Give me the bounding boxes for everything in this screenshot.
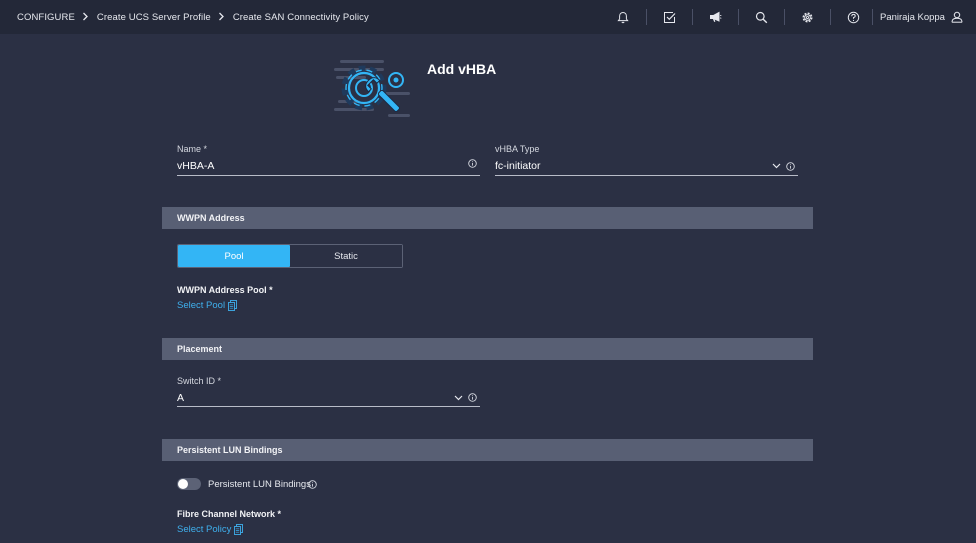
user-menu[interactable]: Paniraja Koppa [872, 0, 963, 34]
wwpn-mode-toggle: Pool Static [177, 244, 403, 268]
fc-network-label: Fibre Channel Network * [177, 509, 282, 519]
persistent-lun-label: Persistent LUN Bindings [208, 479, 311, 490]
document-list-icon [234, 524, 244, 535]
name-label: Name * [177, 144, 208, 154]
select-pool-link[interactable]: Select Pool [177, 300, 238, 311]
select-pool-text: Select Pool [177, 300, 226, 311]
chevron-down-icon[interactable] [772, 163, 781, 169]
breadcrumb-server-profile[interactable]: Create UCS Server Profile [97, 12, 211, 23]
settings-wrench-icon [334, 60, 410, 117]
top-icons [600, 0, 876, 34]
vhba-type-label: vHBA Type [495, 144, 540, 154]
top-bar: CONFIGURE Create UCS Server Profile Crea… [0, 0, 976, 34]
document-list-icon [228, 300, 238, 311]
breadcrumb-configure[interactable]: CONFIGURE [17, 12, 75, 23]
wwpn-pool-label: WWPN Address Pool * [177, 285, 273, 295]
chevron-right-icon [75, 12, 97, 23]
page-title: Add vHBA [427, 61, 497, 77]
checklist-icon[interactable] [646, 0, 692, 34]
megaphone-icon[interactable] [692, 0, 738, 34]
switch-id-underline [177, 406, 480, 407]
breadcrumb-san-policy: Create SAN Connectivity Policy [232, 11, 369, 23]
info-icon[interactable] [468, 159, 477, 168]
wwpn-section-header: WWPN Address [162, 207, 813, 229]
vhba-type-underline [495, 175, 798, 176]
bell-icon[interactable] [600, 0, 646, 34]
switch-id-label: Switch ID * [177, 376, 222, 386]
static-option[interactable]: Static [290, 245, 402, 267]
help-icon[interactable] [830, 0, 876, 34]
pool-option[interactable]: Pool [178, 245, 290, 267]
info-icon[interactable] [308, 480, 317, 489]
breadcrumb: CONFIGURE Create UCS Server Profile Crea… [0, 0, 369, 34]
info-icon[interactable] [468, 393, 477, 402]
gear-icon[interactable] [784, 0, 830, 34]
select-policy-text: Select Policy [177, 524, 232, 535]
select-policy-link[interactable]: Select Policy [177, 524, 244, 535]
user-icon [951, 11, 963, 23]
vhba-type-select[interactable]: fc-initiator [495, 160, 541, 172]
user-name: Paniraja Koppa [880, 11, 945, 23]
name-input[interactable]: vHBA-A [177, 160, 214, 172]
lun-section-header: Persistent LUN Bindings [162, 439, 813, 461]
name-underline [177, 175, 480, 176]
switch-id-select[interactable]: A [177, 392, 184, 404]
chevron-down-icon[interactable] [454, 395, 463, 401]
placement-section-header: Placement [162, 338, 813, 360]
info-icon[interactable] [786, 162, 795, 171]
search-icon[interactable] [738, 0, 784, 34]
chevron-right-icon [211, 12, 233, 23]
persistent-lun-toggle[interactable] [177, 478, 201, 490]
